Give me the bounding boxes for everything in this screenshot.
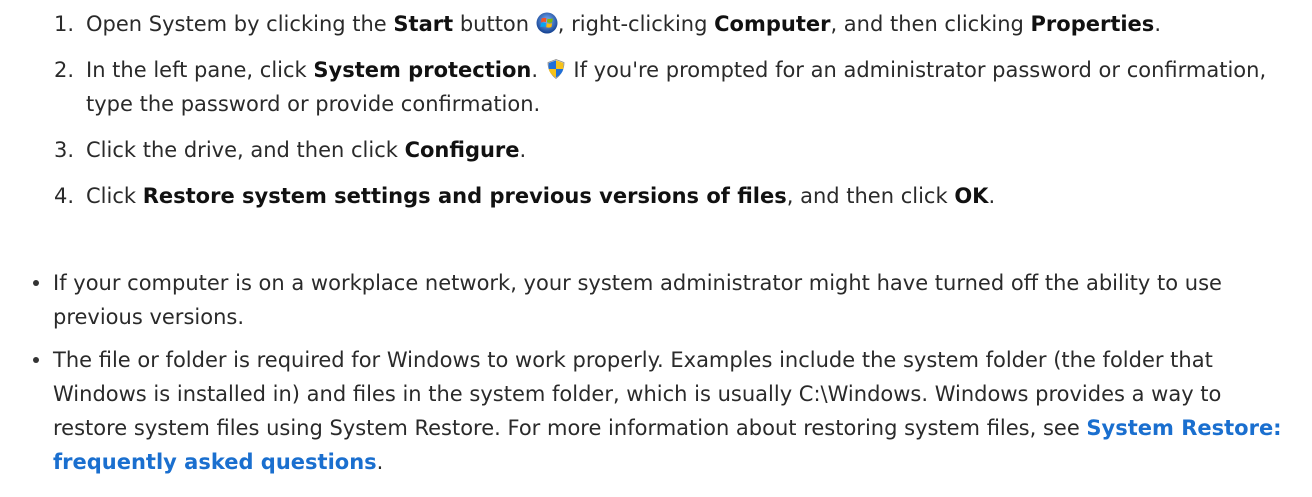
step-text: , and then clicking (830, 12, 1031, 36)
step-1: 1. Open System by clicking the Start but… (54, 7, 1284, 41)
note-text: If your computer is on a workplace netwo… (53, 271, 1222, 329)
help-article: 1. Open System by clicking the Start but… (0, 0, 1312, 497)
steps-list: 1. Open System by clicking the Start but… (54, 7, 1284, 225)
uac-shield-icon (545, 56, 567, 80)
configure-label: Configure (404, 138, 520, 162)
notes-list: If your computer is on a workplace netwo… (33, 266, 1283, 488)
step-3: 3. Click the drive, and then click Confi… (54, 133, 1284, 167)
step-text: Open System by clicking the (86, 12, 394, 36)
step-text: button (453, 12, 536, 36)
note-text: . (376, 450, 384, 474)
step-number: 2. (54, 58, 75, 82)
bullet-icon (33, 280, 39, 286)
note-required-file: The file or folder is required for Windo… (33, 343, 1283, 479)
step-number: 1. (54, 12, 75, 36)
step-text: In the left pane, click (86, 58, 314, 82)
note-workplace-network: If your computer is on a workplace netwo… (33, 266, 1283, 334)
step-2: 2. In the left pane, click System protec… (54, 53, 1284, 121)
windows-start-orb-icon (536, 10, 558, 34)
step-text: . (988, 184, 996, 208)
step-text: Click (86, 184, 143, 208)
step-text: , right-clicking (557, 12, 715, 36)
step-number: 3. (54, 138, 75, 162)
properties-label: Properties (1030, 12, 1155, 36)
step-text: Click the drive, and then click (86, 138, 405, 162)
start-label: Start (393, 12, 454, 36)
note-text: The file or folder is required for Windo… (53, 348, 1222, 440)
ok-label: OK (954, 184, 989, 208)
step-text: , and then click (786, 184, 955, 208)
system-protection-label: System protection (313, 58, 532, 82)
step-4: 4. Click Restore system settings and pre… (54, 179, 1284, 213)
bullet-icon (33, 357, 39, 363)
restore-option-label: Restore system settings and previous ver… (142, 184, 787, 208)
step-text: . (531, 58, 545, 82)
step-text: . (519, 138, 527, 162)
computer-label: Computer (714, 12, 831, 36)
step-number: 4. (54, 184, 75, 208)
step-text: . (1154, 12, 1161, 36)
